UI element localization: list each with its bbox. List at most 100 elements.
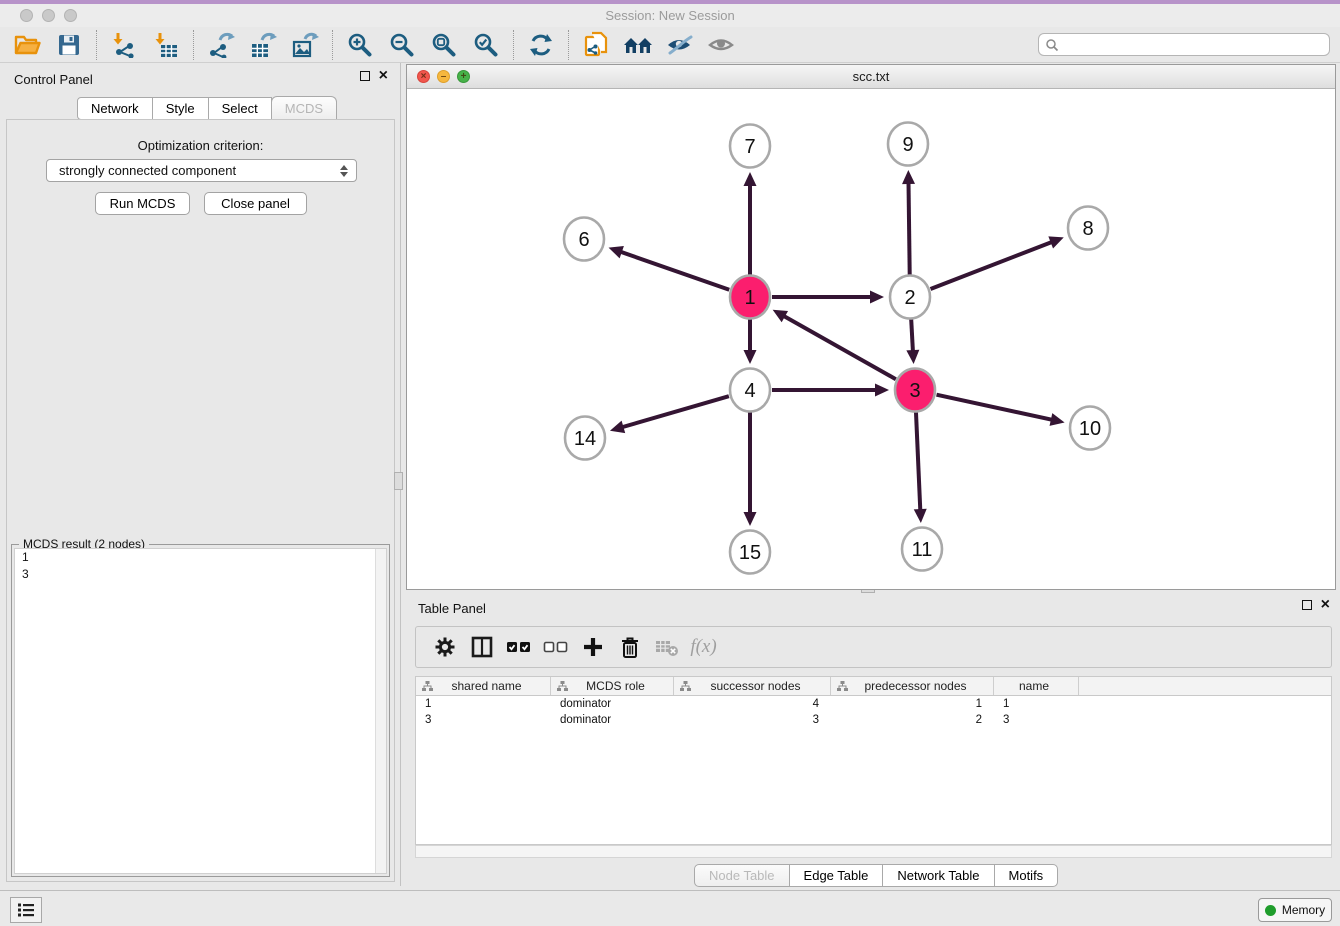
table-cell[interactable]: 4 bbox=[674, 696, 831, 712]
table-cell[interactable]: 1 bbox=[831, 696, 994, 712]
mcds-result-group: MCDS result (2 nodes) 13 bbox=[11, 544, 390, 877]
tab-network-table[interactable]: Network Table bbox=[882, 864, 994, 887]
export-image-icon[interactable] bbox=[284, 28, 326, 62]
column-header-label: name bbox=[1000, 679, 1078, 693]
column-type-icon bbox=[422, 681, 433, 692]
table-cell[interactable]: dominator bbox=[551, 712, 674, 728]
table-cell[interactable]: 3 bbox=[416, 712, 551, 728]
show-columns-icon[interactable] bbox=[463, 629, 500, 665]
graph-node-label-4: 4 bbox=[744, 380, 755, 402]
control-tab-network[interactable]: Network bbox=[77, 97, 153, 120]
table-panel-tabs: Node TableEdge TableNetwork TableMotifs bbox=[694, 864, 1058, 887]
search-icon bbox=[1045, 38, 1059, 52]
memory-status-dot-icon bbox=[1265, 905, 1276, 916]
graph-node-label-1: 1 bbox=[744, 287, 755, 309]
network-from-selection-icon[interactable] bbox=[575, 28, 617, 62]
dropdown-stepper-icon bbox=[340, 165, 348, 177]
vertical-splitter-handle[interactable] bbox=[394, 472, 403, 490]
export-table-icon[interactable] bbox=[242, 28, 284, 62]
control-tab-select[interactable]: Select bbox=[208, 97, 272, 120]
control-tab-mcds[interactable]: MCDS bbox=[271, 96, 337, 120]
tab-edge-table[interactable]: Edge Table bbox=[789, 864, 884, 887]
optimization-criterion-label: Optimization criterion: bbox=[7, 138, 394, 153]
graph-node-label-2: 2 bbox=[904, 287, 915, 309]
add-column-plus-icon[interactable] bbox=[574, 629, 611, 665]
houses-icon[interactable] bbox=[617, 28, 659, 62]
column-header-successor-nodes[interactable]: successor nodes bbox=[674, 677, 831, 695]
column-settings-gear-icon[interactable] bbox=[426, 629, 463, 665]
export-network-icon[interactable] bbox=[200, 28, 242, 62]
graph-node-label-7: 7 bbox=[744, 136, 755, 158]
float-table-panel-icon[interactable] bbox=[1302, 600, 1312, 610]
toolbar-separator bbox=[332, 30, 333, 60]
hide-selected-eye-icon[interactable] bbox=[659, 28, 701, 62]
search-input[interactable] bbox=[1059, 38, 1309, 52]
task-history-button[interactable] bbox=[10, 897, 42, 923]
control-panel: Control Panel × NetworkStyleSelectMCDS O… bbox=[0, 63, 401, 886]
close-panel-icon[interactable]: × bbox=[379, 71, 388, 81]
table-cell[interactable]: 1 bbox=[994, 696, 1079, 712]
edge-3-11[interactable] bbox=[916, 412, 920, 511]
column-header-predecessor-nodes[interactable]: predecessor nodes bbox=[831, 677, 994, 695]
column-header-shared-name[interactable]: shared name bbox=[416, 677, 551, 695]
edge-2-8[interactable] bbox=[931, 242, 1053, 289]
edge-2-3[interactable] bbox=[911, 319, 913, 352]
network-window-titlebar[interactable]: × – + scc.txt bbox=[407, 65, 1335, 89]
control-panel-tabs: NetworkStyleSelectMCDS bbox=[77, 96, 337, 120]
network-canvas[interactable]: 1234678910111415 bbox=[407, 89, 1335, 589]
delete-column-trash-icon[interactable] bbox=[611, 629, 648, 665]
edge-3-10[interactable] bbox=[936, 395, 1052, 420]
toolbar-separator bbox=[96, 30, 97, 60]
close-panel-button[interactable]: Close panel bbox=[204, 192, 307, 215]
result-scrollbar[interactable] bbox=[375, 549, 386, 873]
refresh-icon[interactable] bbox=[520, 28, 562, 62]
session-title: Session: New Session bbox=[0, 8, 1340, 23]
delete-table-icon[interactable] bbox=[648, 629, 685, 665]
edge-arrowhead bbox=[610, 421, 625, 433]
zoom-fit-icon[interactable] bbox=[423, 28, 465, 62]
table-row[interactable]: 3dominator323 bbox=[416, 712, 1331, 728]
function-builder-icon[interactable]: f(x) bbox=[685, 629, 722, 665]
select-all-checkboxes-icon[interactable] bbox=[500, 629, 537, 665]
edge-2-9[interactable] bbox=[908, 182, 909, 275]
mcds-result-list[interactable]: 13 bbox=[14, 548, 387, 874]
close-table-panel-icon[interactable]: × bbox=[1321, 600, 1330, 610]
app-titlebar: Session: New Session bbox=[0, 4, 1340, 27]
tab-node-table[interactable]: Node Table bbox=[694, 864, 790, 887]
memory-button[interactable]: Memory bbox=[1258, 898, 1332, 922]
node-table: shared nameMCDS rolesuccessor nodesprede… bbox=[415, 676, 1332, 845]
table-row[interactable]: 1dominator411 bbox=[416, 696, 1331, 712]
open-file-icon[interactable] bbox=[6, 28, 48, 62]
show-all-eye-icon[interactable] bbox=[701, 28, 743, 62]
zoom-in-icon[interactable] bbox=[339, 28, 381, 62]
edge-1-6[interactable] bbox=[620, 252, 729, 290]
table-cell[interactable]: dominator bbox=[551, 696, 674, 712]
search-field[interactable] bbox=[1038, 33, 1330, 56]
edge-arrowhead bbox=[744, 172, 757, 186]
float-panel-icon[interactable] bbox=[360, 71, 370, 81]
criterion-dropdown[interactable]: strongly connected component bbox=[46, 159, 357, 182]
edge-4-14[interactable] bbox=[621, 396, 728, 427]
tab-motifs[interactable]: Motifs bbox=[994, 864, 1059, 887]
control-tab-style[interactable]: Style bbox=[152, 97, 209, 120]
import-network-icon[interactable] bbox=[103, 28, 145, 62]
column-header-MCDS-role[interactable]: MCDS role bbox=[551, 677, 674, 695]
table-cell[interactable]: 3 bbox=[674, 712, 831, 728]
column-header-name[interactable]: name bbox=[994, 677, 1079, 695]
column-header-label: shared name bbox=[433, 679, 550, 693]
table-cell[interactable]: 2 bbox=[831, 712, 994, 728]
import-table-icon[interactable] bbox=[145, 28, 187, 62]
memory-label: Memory bbox=[1282, 903, 1325, 917]
zoom-selected-icon[interactable] bbox=[465, 28, 507, 62]
save-session-icon[interactable] bbox=[48, 28, 90, 62]
run-mcds-button[interactable]: Run MCDS bbox=[95, 192, 190, 215]
table-cell[interactable]: 1 bbox=[416, 696, 551, 712]
edge-arrowhead bbox=[906, 350, 919, 364]
edge-arrowhead bbox=[744, 350, 757, 364]
table-cell[interactable]: 3 bbox=[994, 712, 1079, 728]
edge-3-1[interactable] bbox=[783, 316, 896, 380]
zoom-out-icon[interactable] bbox=[381, 28, 423, 62]
column-type-icon bbox=[557, 681, 568, 692]
deselect-all-checkboxes-icon[interactable] bbox=[537, 629, 574, 665]
table-hscroll[interactable] bbox=[415, 845, 1332, 858]
